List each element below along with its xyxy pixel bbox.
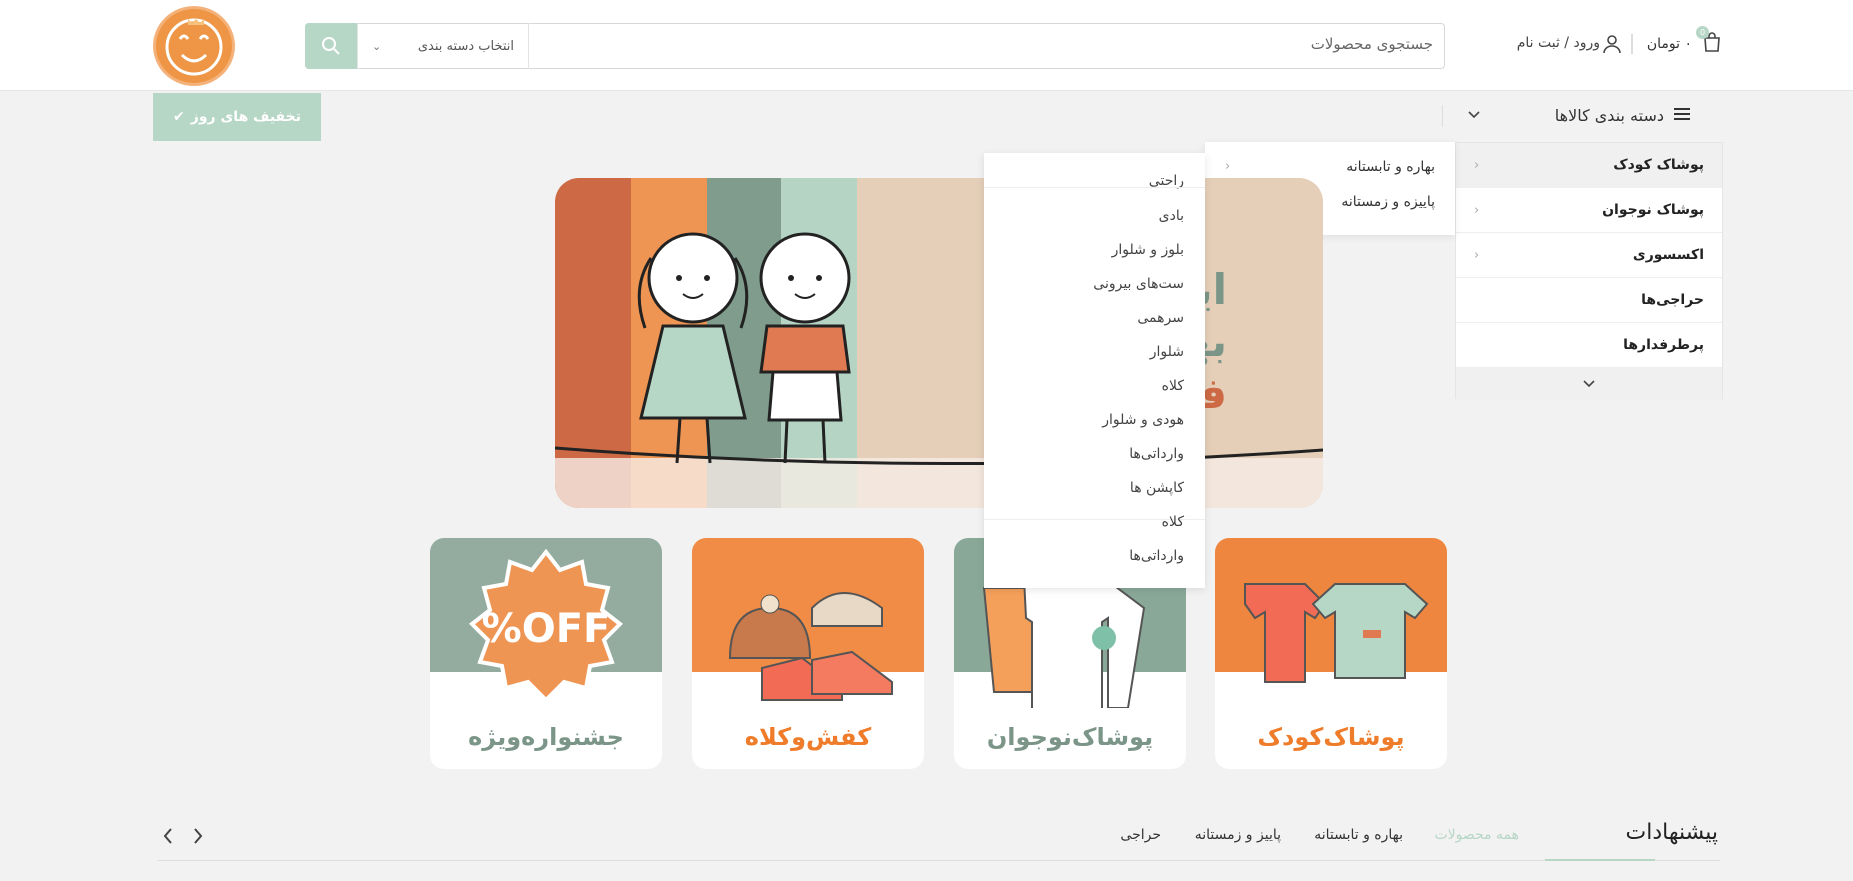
- dropdown-item[interactable]: کلاه: [1162, 514, 1184, 530]
- tabs-underline: [158, 860, 1720, 861]
- search-input[interactable]: جستجوی محصولات: [1311, 35, 1433, 53]
- card-title: پوشاک‌نوجوان: [986, 723, 1154, 751]
- sidebar-item-label: اکسسوری: [1632, 247, 1704, 263]
- login-link[interactable]: ورود / ثبت نام: [1517, 35, 1600, 51]
- sidebar-item-label: پوشاک نوجوان: [1602, 202, 1704, 218]
- submenu-item-label: بهاره و تابستانه: [1346, 159, 1435, 175]
- dropdown-item[interactable]: کاپشن ها: [1130, 480, 1184, 496]
- submenu-item-spring-summer[interactable]: بهاره و تابستانه ‹: [1205, 159, 1455, 175]
- chevron-right-icon: [194, 828, 203, 844]
- carousel-next-button[interactable]: [192, 826, 204, 850]
- user-icon[interactable]: [1602, 34, 1622, 58]
- category-select[interactable]: انتخاب دسته بندی ⌄: [357, 23, 529, 69]
- category-select-label: انتخاب دسته بندی: [417, 38, 514, 54]
- cart-amount: ۰ تومان: [1646, 36, 1692, 52]
- tab-autumn-winter[interactable]: پاییز و زمستانه: [1195, 827, 1281, 843]
- sidebar-item-kids[interactable]: پوشاک کودک ‹: [1456, 143, 1722, 188]
- sidebar-item-sales[interactable]: حراجی‌ها: [1456, 278, 1722, 323]
- chevron-left-icon: [163, 828, 172, 844]
- sidebar-item-label: حراجی‌ها: [1641, 292, 1704, 308]
- sidebar-item-accessories[interactable]: اکسسوری ‹: [1456, 233, 1722, 278]
- header-divider: [1631, 34, 1633, 54]
- discount-badge-text: %OFF: [481, 606, 611, 652]
- chevron-down-icon: [1583, 380, 1595, 388]
- dropdown-item[interactable]: سرهمی: [1137, 310, 1184, 326]
- submenu-item-label: پاییزه و زمستانه: [1341, 194, 1435, 210]
- nav-divider: [1442, 105, 1443, 127]
- dropdown-item[interactable]: وارداتی‌ها: [1129, 446, 1184, 462]
- sidebar-item-teens[interactable]: پوشاک نوجوان ‹: [1456, 188, 1722, 233]
- chevron-left-icon: ‹: [1474, 247, 1480, 263]
- shoes-hat-illustration: [728, 592, 893, 701]
- chevron-left-icon: ‹: [1474, 157, 1480, 173]
- menu-icon: [1674, 106, 1690, 125]
- site-logo[interactable]: [153, 6, 235, 86]
- cart-button[interactable]: 0 ۰ تومان: [1646, 26, 1722, 57]
- daily-deals-button[interactable]: تخفیف های روز ✔: [153, 93, 321, 141]
- card-special-festival[interactable]: %OFF جشنواره‌ویژه: [430, 538, 662, 769]
- chevron-left-icon: ‹: [1474, 202, 1480, 218]
- card-title: کفش‌وکلاه: [744, 723, 872, 751]
- card-title: پوشاک‌کودک: [1257, 723, 1405, 751]
- tab-all-products[interactable]: همه محصولات: [1434, 827, 1519, 843]
- dropdown-item[interactable]: وارداتی‌ها: [1129, 548, 1184, 564]
- daily-deals-label: تخفیف های روز: [190, 109, 301, 125]
- check-icon: ✔: [173, 109, 185, 125]
- teen-shirts-illustration: [982, 577, 1146, 708]
- baby-clothes-illustration: [1244, 583, 1429, 683]
- card-kids-clothing[interactable]: پوشاک‌کودک: [1215, 538, 1447, 769]
- tab-spring-summer[interactable]: بهاره و تابستانه: [1314, 827, 1403, 843]
- active-tab-indicator: [1545, 859, 1655, 861]
- dropdown-item[interactable]: ست‌های بیرونی: [1093, 276, 1184, 292]
- dropdown-item[interactable]: شلوار: [1150, 344, 1184, 360]
- categories-toggle[interactable]: دسته بندی کالاها: [1555, 106, 1690, 125]
- sidebar-more-button[interactable]: [1456, 368, 1722, 400]
- chevron-down-icon: ⌄: [372, 39, 382, 53]
- dropdown-item[interactable]: بادی: [1159, 208, 1184, 224]
- chevron-down-icon[interactable]: [1467, 108, 1481, 124]
- category-sidebar: پوشاک کودک ‹ پوشاک نوجوان ‹ اکسسوری ‹ حر…: [1455, 142, 1723, 400]
- dropdown-divider: [984, 187, 1205, 188]
- card-title: جشنواره‌ویژه: [468, 723, 624, 751]
- categories-label: دسته بندی کالاها: [1554, 106, 1664, 125]
- category-dropdown-list: راحتی بادی بلوز و شلوار ست‌های بیرونی سر…: [984, 153, 1205, 588]
- dropdown-item[interactable]: هودی و شلوار: [1102, 412, 1184, 428]
- search-icon: [322, 37, 340, 55]
- cart-icon: 0: [1696, 26, 1722, 57]
- sidebar-item-label: پوشاک کودک: [1613, 157, 1704, 173]
- card-shoes-hats[interactable]: کفش‌وکلاه: [692, 538, 924, 769]
- hero-banner[interactable]: این‌ از بهـ ی فر ت...: [555, 178, 1323, 508]
- dropdown-item[interactable]: کلاه: [1162, 378, 1184, 394]
- dropdown-item[interactable]: بلوز و شلوار: [1112, 242, 1184, 258]
- chevron-left-icon: ‹: [1225, 159, 1231, 174]
- sidebar-item-popular[interactable]: پرطرفدارها: [1456, 323, 1722, 368]
- carousel-prev-button[interactable]: [162, 826, 174, 850]
- suggestions-heading: پیشنهادات: [1625, 820, 1719, 845]
- cart-badge: 0: [1696, 26, 1709, 39]
- search-button[interactable]: [305, 23, 357, 69]
- sidebar-item-label: پرطرفدارها: [1623, 337, 1704, 353]
- tab-sale[interactable]: حراجی: [1120, 827, 1161, 843]
